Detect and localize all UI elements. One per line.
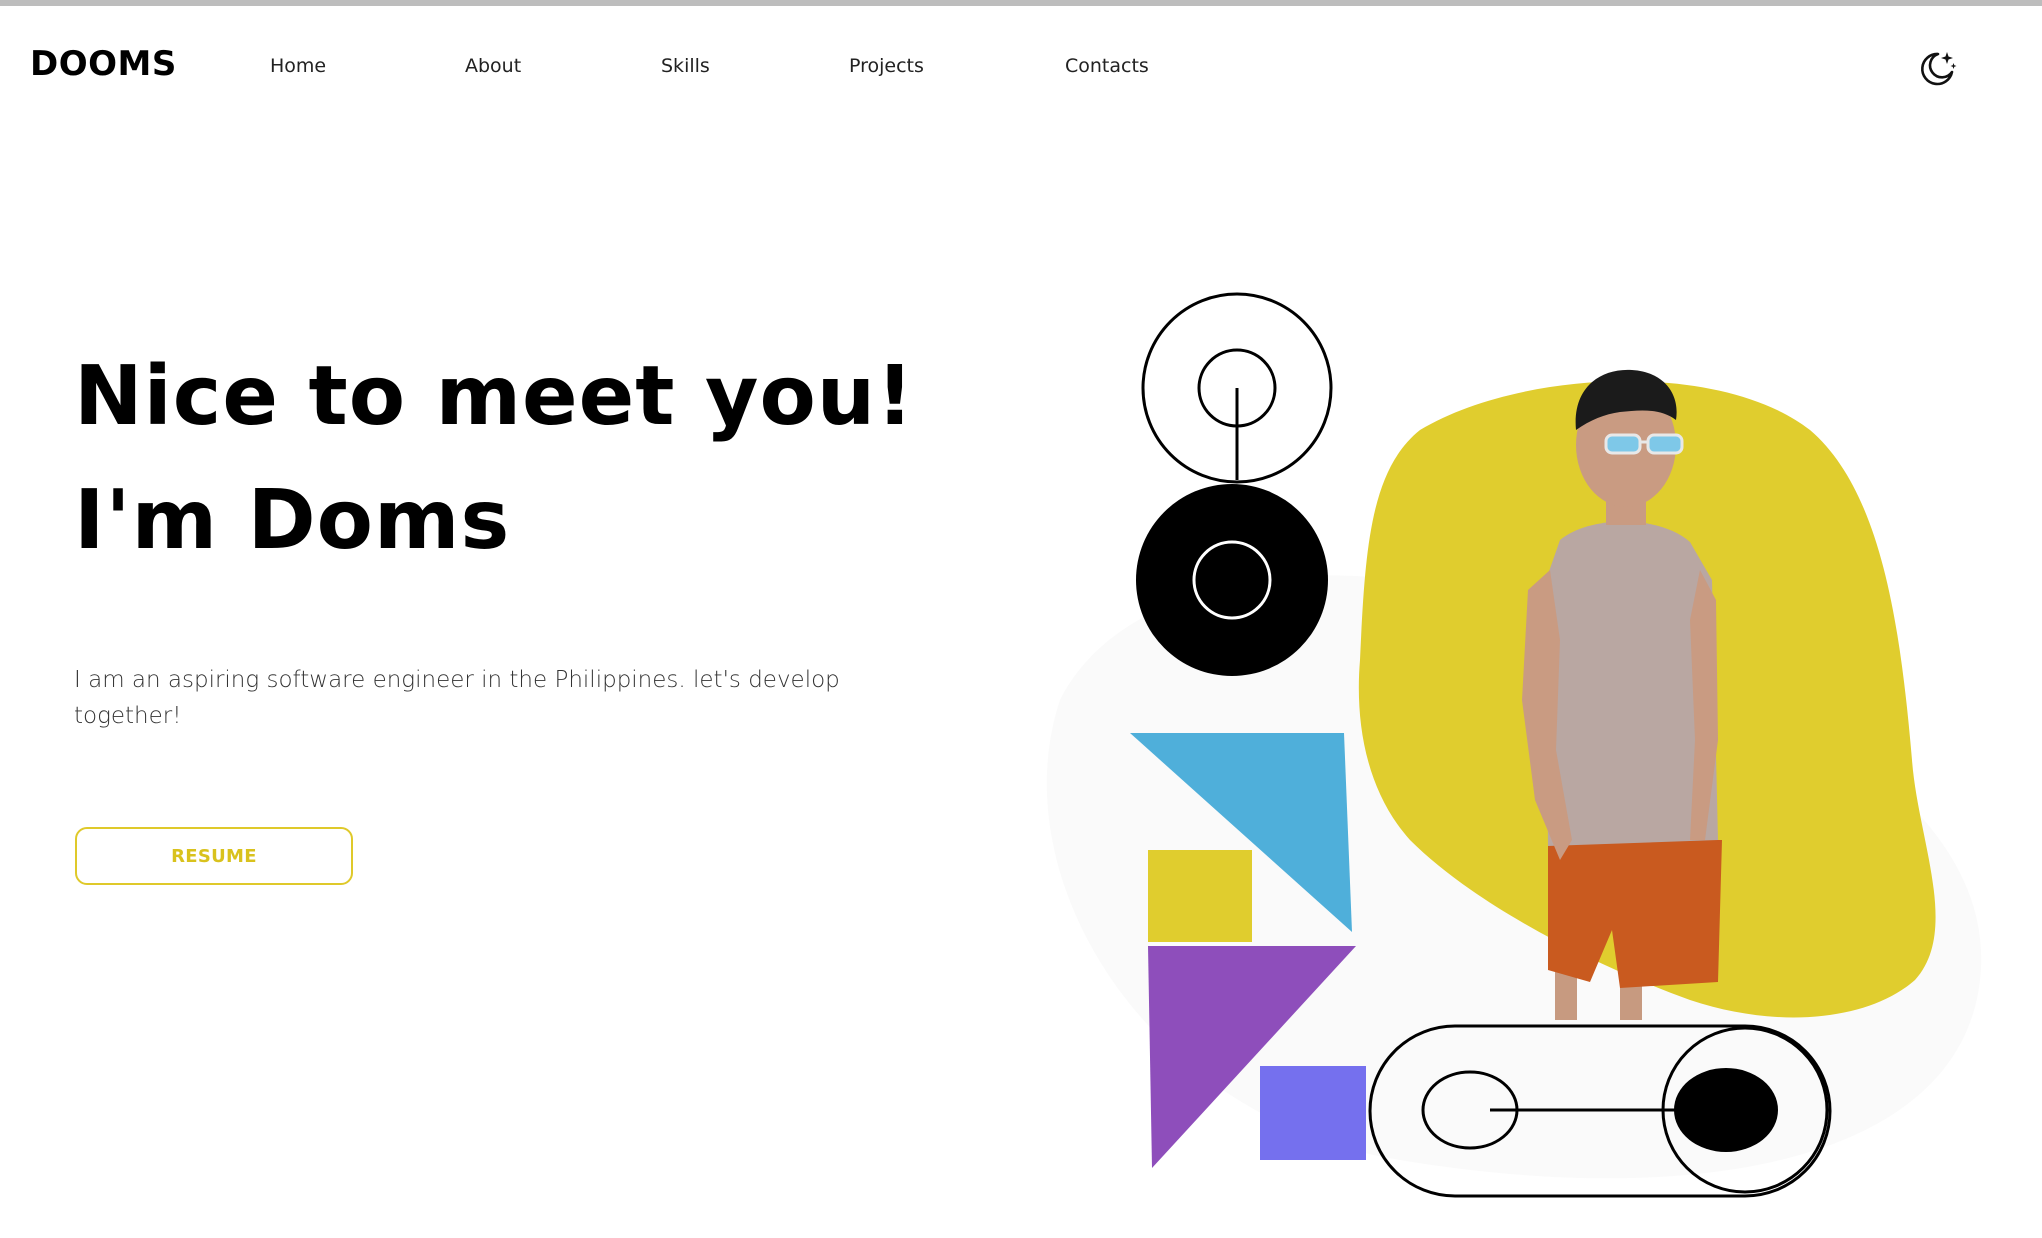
outlined-ring-top: [1141, 292, 1333, 484]
hero-description: I am an aspiring software engineer in th…: [74, 667, 840, 729]
site-logo[interactable]: DOOMS: [30, 44, 177, 84]
moon-stars-icon: [1921, 52, 1957, 86]
nav-link-about[interactable]: About: [465, 54, 521, 78]
yellow-square-shape: [1148, 850, 1252, 942]
hero-title-line-2: I'm Doms: [74, 473, 511, 568]
resume-button[interactable]: RESUME: [75, 827, 353, 885]
nav-link-projects[interactable]: Projects: [849, 54, 924, 78]
nav-link-home[interactable]: Home: [270, 54, 326, 78]
nav-link-skills[interactable]: Skills: [661, 54, 710, 78]
violet-square-shape: [1260, 1066, 1366, 1160]
navbar: DOOMS Home About Skills Projects Contact…: [0, 6, 2042, 116]
nav-link-contacts[interactable]: Contacts: [1065, 54, 1149, 78]
hero-title-line-1: Nice to meet you!: [74, 349, 915, 444]
hero-illustration: [1046, 292, 1982, 1198]
black-circle: [1136, 484, 1328, 676]
hero-title: Nice to meet you! I'm Doms: [74, 335, 915, 583]
theme-toggle-button[interactable]: [1914, 46, 1958, 90]
